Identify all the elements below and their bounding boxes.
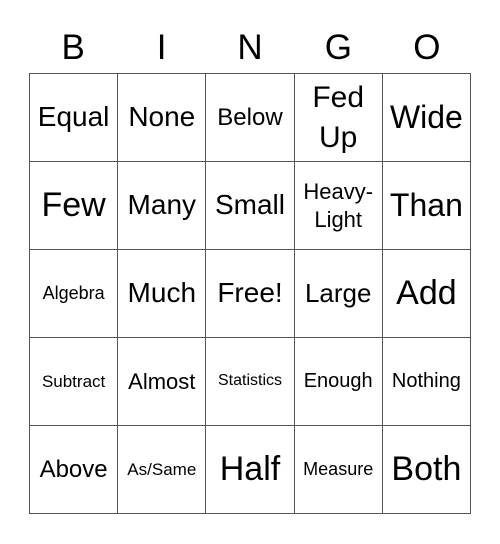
cell-line: Up — [319, 120, 358, 154]
cell-line: Heavy- — [303, 178, 374, 204]
bingo-cell[interactable]: Measure — [294, 426, 383, 514]
bingo-cell[interactable]: Statistics — [206, 338, 295, 426]
bingo-cell[interactable]: Half — [206, 426, 295, 514]
bingo-cell[interactable]: Add — [382, 250, 471, 338]
bingo-cell[interactable]: Below — [206, 74, 295, 162]
bingo-cell[interactable]: Large — [294, 250, 383, 338]
bingo-header: B I N G O — [29, 24, 471, 72]
bingo-cell[interactable]: Subtract — [30, 338, 119, 426]
bingo-cell[interactable]: Than — [382, 162, 471, 250]
bingo-cell[interactable]: Algebra — [30, 250, 119, 338]
bingo-grid: Equal None Below Fed Up Wide Few Many Sma… — [29, 73, 471, 514]
bingo-cell[interactable]: As/Same — [118, 426, 207, 514]
bingo-cell[interactable]: Nothing — [382, 338, 471, 426]
bingo-cell[interactable]: Both — [382, 426, 471, 514]
header-letter-n: N — [237, 28, 263, 67]
bingo-cell[interactable]: Many — [118, 162, 207, 250]
bingo-cell[interactable]: Fed Up — [294, 74, 383, 162]
bingo-cell[interactable]: Enough — [294, 338, 383, 426]
bingo-cell[interactable]: Free! — [206, 250, 295, 338]
bingo-cell[interactable]: Much — [118, 250, 207, 338]
cell-line: Fed — [312, 80, 365, 114]
header-letter-g: G — [324, 28, 353, 67]
bingo-cell[interactable]: Equal — [30, 74, 119, 162]
cell-line: Light — [314, 206, 363, 232]
bingo-cell[interactable]: Heavy- Light — [294, 162, 383, 250]
bingo-cell[interactable]: Wide — [382, 74, 471, 162]
bingo-cell[interactable]: Above — [30, 426, 119, 514]
header-letter-i: I — [156, 28, 167, 67]
header-letter-b: B — [61, 28, 85, 67]
bingo-cell[interactable]: Few — [30, 162, 119, 250]
bingo-cell[interactable]: None — [118, 74, 207, 162]
bingo-cell[interactable]: Small — [206, 162, 295, 250]
header-letter-o: O — [413, 28, 441, 67]
bingo-cell[interactable]: Almost — [118, 338, 207, 426]
